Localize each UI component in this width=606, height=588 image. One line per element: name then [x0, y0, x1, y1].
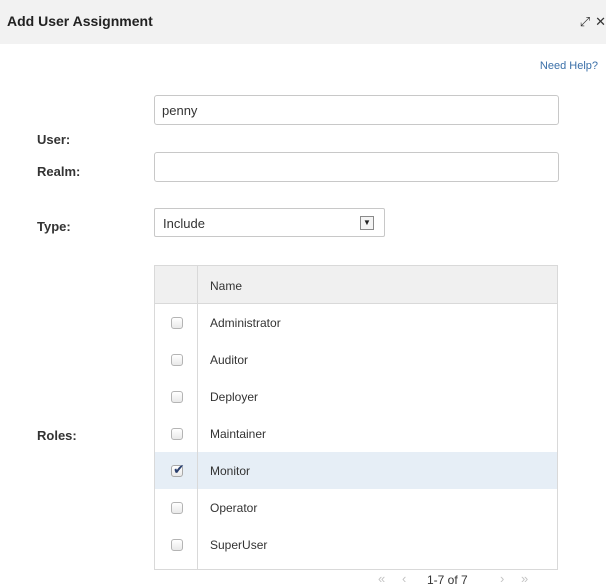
pagination-summary: 1-7 of 7	[427, 573, 468, 587]
realm-input[interactable]	[154, 152, 559, 182]
role-checkbox[interactable]	[171, 539, 183, 551]
role-name: Administrator	[210, 316, 281, 330]
role-name: Deployer	[210, 390, 259, 404]
type-select-value: Include	[163, 216, 205, 231]
user-input[interactable]	[154, 95, 559, 125]
prev-page-icon[interactable]: ‹	[402, 571, 406, 586]
table-row-deployer[interactable]: Deployer	[155, 378, 557, 415]
need-help-link[interactable]: Need Help?	[540, 60, 598, 72]
table-row-superuser[interactable]: SuperUser	[155, 526, 557, 563]
last-page-icon[interactable]: »	[521, 571, 528, 586]
dialog-title: Add User Assignment	[7, 13, 153, 29]
table-row-auditor[interactable]: Auditor	[155, 341, 557, 378]
name-column-header[interactable]: Name	[210, 279, 242, 293]
role-checkbox[interactable]	[171, 428, 183, 440]
table-row-monitor[interactable]: ✔ Monitor	[155, 452, 557, 489]
role-checkbox-checked[interactable]: ✔	[171, 461, 185, 477]
type-select[interactable]: Include ▼	[154, 208, 385, 237]
table-row-operator[interactable]: Operator	[155, 489, 557, 526]
titlebar-controls: ⤢ ✕	[575, 14, 606, 30]
roles-table: Name Administrator Auditor Deployer Main…	[154, 265, 558, 570]
role-name: Auditor	[210, 353, 249, 367]
resize-icon[interactable]: ⤢	[580, 14, 590, 30]
role-name: Monitor	[210, 464, 251, 478]
dialog-titlebar: Add User Assignment ⤢ ✕	[0, 0, 606, 44]
role-name: Maintainer	[210, 427, 267, 441]
type-label: Type:	[37, 219, 71, 234]
role-name: Operator	[210, 501, 258, 515]
user-label: User:	[37, 132, 71, 147]
role-checkbox[interactable]	[171, 391, 183, 403]
roles-label: Roles:	[37, 428, 77, 443]
chevron-down-icon[interactable]: ▼	[360, 216, 374, 230]
checkmark-icon: ✔	[173, 461, 185, 477]
role-name: SuperUser	[210, 538, 268, 552]
role-checkbox[interactable]	[171, 502, 183, 514]
role-checkbox[interactable]	[171, 317, 183, 329]
column-divider	[197, 266, 198, 569]
roles-table-header: Name	[155, 266, 557, 304]
table-row-maintainer[interactable]: Maintainer	[155, 415, 557, 452]
next-page-icon[interactable]: ›	[500, 571, 504, 586]
first-page-icon[interactable]: «	[378, 571, 385, 586]
table-row-administrator[interactable]: Administrator	[155, 304, 557, 341]
role-checkbox[interactable]	[171, 354, 183, 366]
close-icon[interactable]: ✕	[595, 14, 606, 30]
realm-label: Realm:	[37, 164, 81, 179]
add-user-assignment-dialog: Add User Assignment ⤢ ✕ Need Help? User: …	[0, 0, 606, 588]
